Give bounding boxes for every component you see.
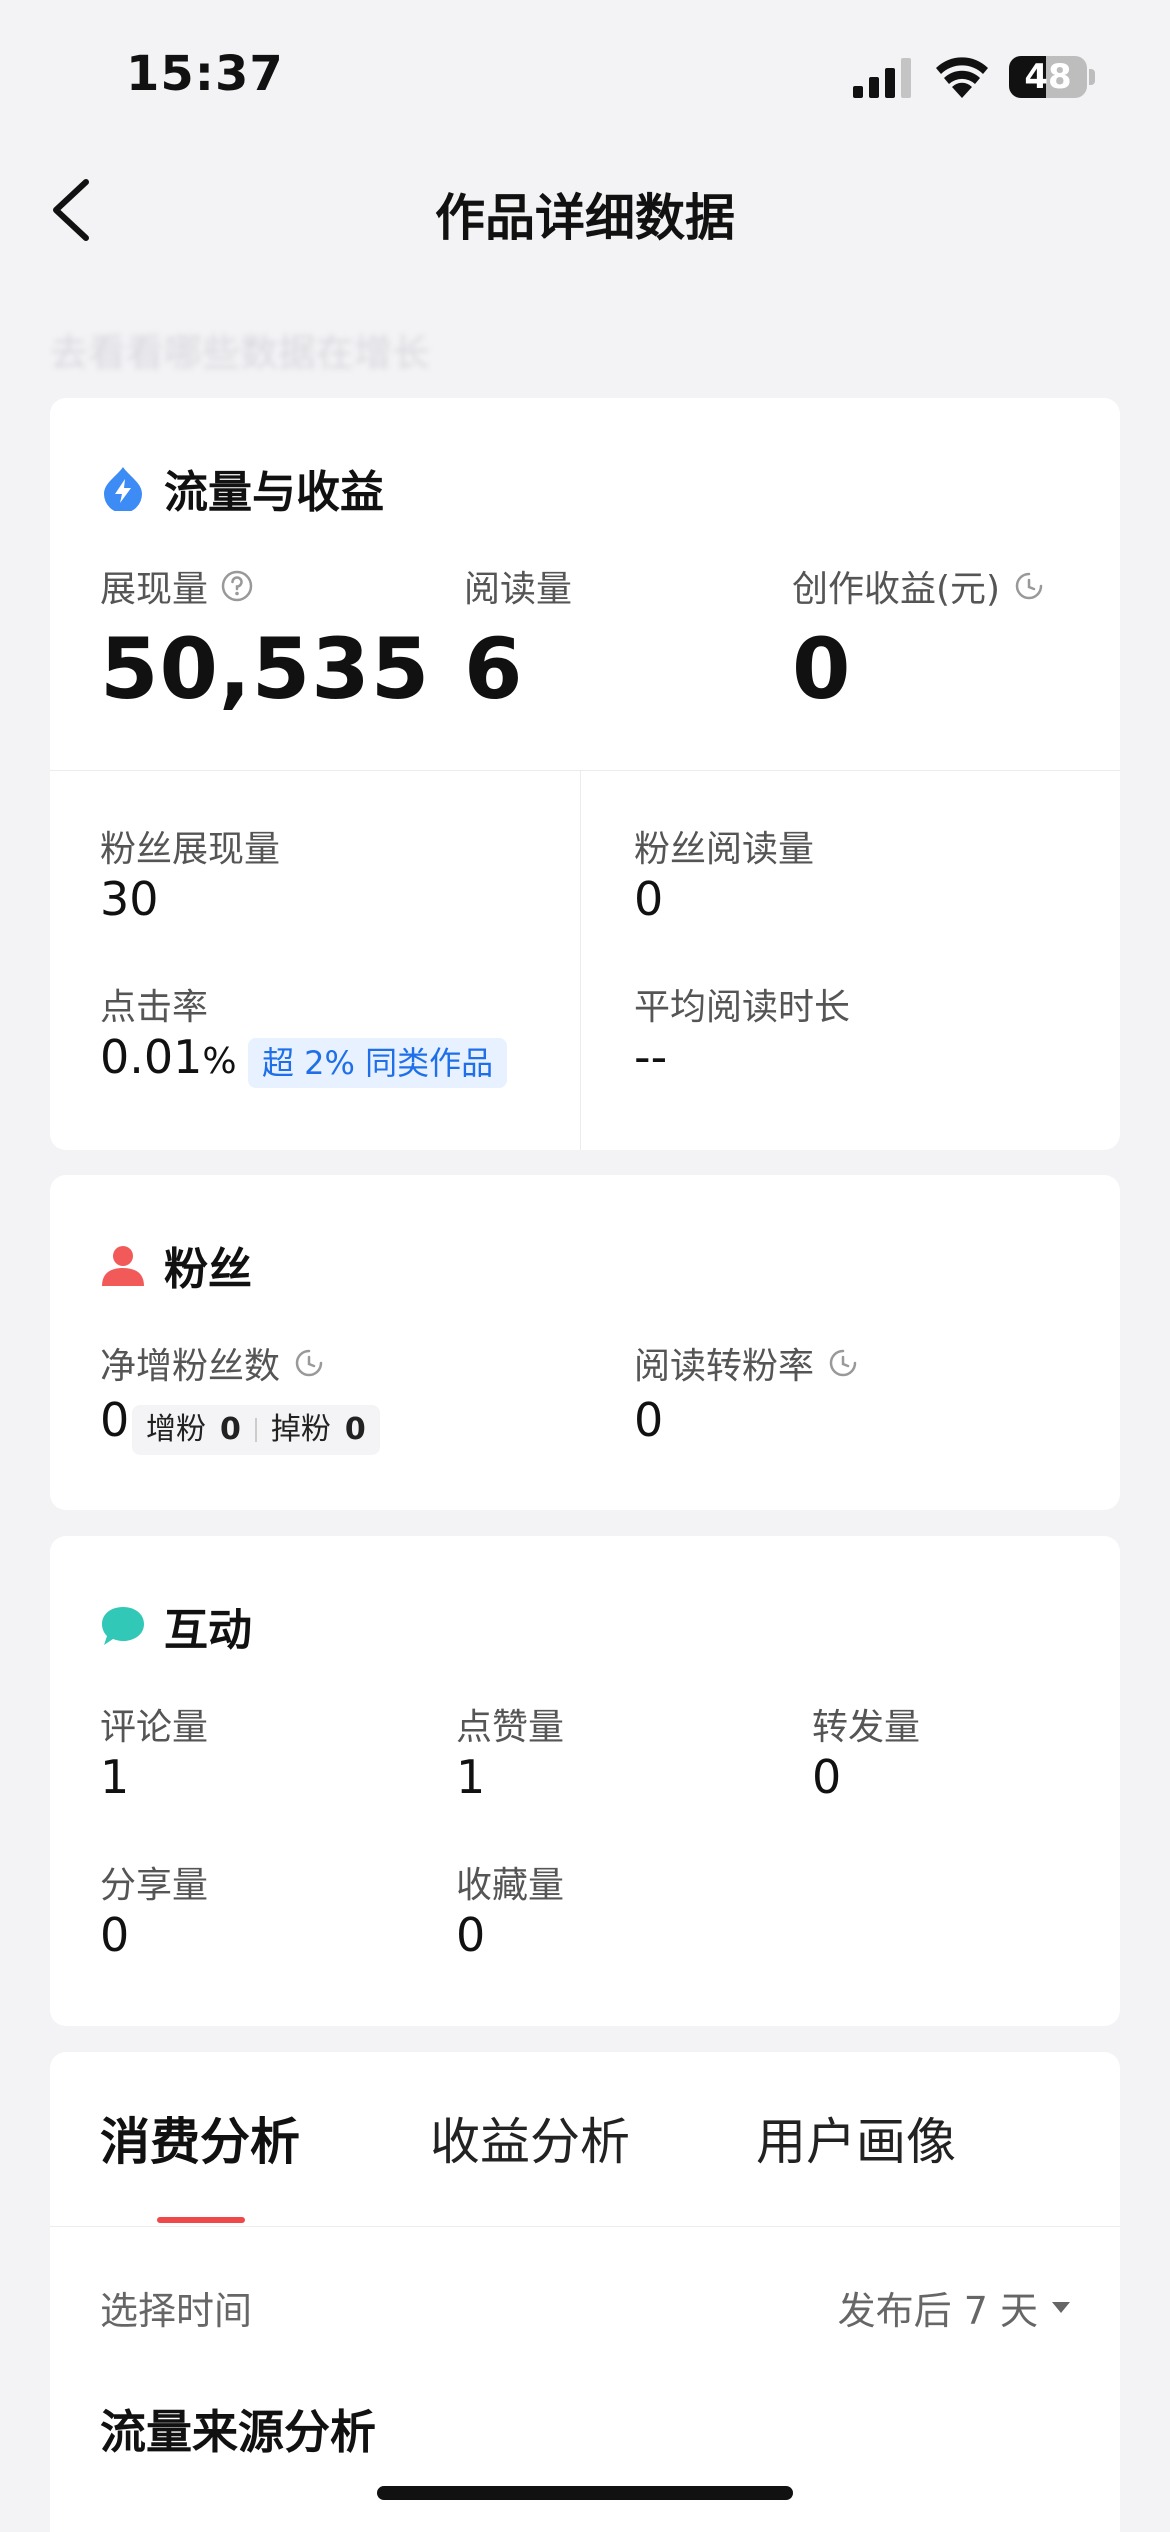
traffic-title-text: 流量与收益	[164, 467, 384, 518]
loss-value: 0	[344, 1412, 366, 1447]
status-bar: 15:37 48	[0, 0, 1170, 150]
tabs-divider	[50, 2226, 1120, 2227]
fan-reads-value: 0	[634, 872, 664, 926]
traffic-card: 流量与收益 展现量 50,535 阅读量 6 创作收益(元) 0 粉丝展现量 3…	[50, 398, 1120, 1150]
fan-reads-label: 粉丝阅读量	[634, 829, 815, 870]
traffic-source-heading: 流量来源分析	[100, 2405, 376, 2459]
battery-percent: 48	[1024, 57, 1072, 97]
reposts-value: 0	[812, 1750, 842, 1804]
loss-label: 掉粉	[270, 1412, 331, 1447]
time-range-dropdown[interactable]: 发布后 7 天	[838, 2280, 1070, 2335]
impressions-value: 50,535	[100, 620, 431, 718]
page-title: 作品详细数据	[435, 189, 735, 247]
fans-card: 粉丝 净增粉丝数 0 增粉 0 掉粉 0 阅读转粉率 0	[50, 1175, 1120, 1510]
time-range-value: 发布后 7 天	[837, 2289, 1038, 2333]
favorites-label: 收藏量	[456, 1865, 565, 1906]
chat-bubble-icon	[102, 1607, 144, 1645]
impressions-label-text: 展现量	[100, 569, 209, 610]
reposts-label: 转发量	[812, 1707, 921, 1748]
traffic-bolt-icon	[104, 467, 142, 511]
tab-consumption-analysis[interactable]: 消费分析	[100, 2102, 300, 2174]
home-indicator	[377, 2486, 793, 2500]
tab-earnings-analysis[interactable]: 收益分析	[430, 2102, 630, 2174]
shares-label: 分享量	[100, 1865, 209, 1906]
conversion-label-text: 阅读转粉率	[634, 1346, 815, 1387]
status-time: 15:37	[126, 46, 284, 102]
net-gain-label-text: 净增粉丝数	[100, 1346, 281, 1387]
shares-value: 0	[100, 1908, 130, 1962]
avg-read-time-label: 平均阅读时长	[634, 987, 851, 1028]
impressions-label: 展现量	[100, 560, 254, 612]
user-icon	[102, 1246, 144, 1286]
tab-user-profile[interactable]: 用户画像	[756, 2102, 956, 2174]
net-gain-label: 净增粉丝数	[100, 1337, 326, 1389]
favorites-value: 0	[456, 1908, 486, 1962]
clock-icon[interactable]	[1012, 569, 1046, 603]
wifi-icon	[936, 57, 988, 98]
battery-body: 48	[1009, 56, 1087, 98]
fan-change-badge: 增粉 0 掉粉 0	[132, 1405, 380, 1455]
faded-subtitle: 去看看哪些数据在增长	[50, 331, 431, 375]
battery-icon: 48	[1009, 56, 1095, 98]
badge-separator	[254, 1418, 257, 1442]
gain-label: 增粉	[146, 1412, 206, 1447]
earnings-label: 创作收益(元)	[792, 560, 1046, 612]
likes-label: 点赞量	[456, 1707, 565, 1748]
interaction-card: 互动 评论量 1 点赞量 1 转发量 0 分享量 0 收藏量 0	[50, 1536, 1120, 2026]
traffic-divider	[50, 770, 1120, 771]
nav-bar: 作品详细数据	[0, 150, 1170, 270]
battery-cap	[1089, 69, 1095, 85]
active-tab-indicator	[157, 2217, 245, 2223]
caret-down-icon	[1052, 2302, 1070, 2313]
reads-label: 阅读量	[464, 569, 573, 610]
interaction-card-title: 互动	[100, 1594, 252, 1658]
ctr-rank-badge: 超 2% 同类作品	[248, 1038, 508, 1088]
conversion-value: 0	[634, 1393, 664, 1447]
app-screen: 15:37 48 作品详细数据 去看看哪些数据在增长 流量与收益 展现量 50,…	[0, 0, 1170, 2532]
earnings-value: 0	[792, 620, 852, 718]
ctr-value: 0.01%	[100, 1030, 237, 1084]
traffic-card-title: 流量与收益	[100, 456, 384, 520]
earnings-label-text: 创作收益(元)	[792, 569, 1001, 610]
net-gain-value: 0	[100, 1393, 130, 1447]
cellular-signal-icon	[853, 58, 911, 98]
ctr-label: 点击率	[100, 987, 209, 1028]
ctr-number: 0.01	[100, 1030, 203, 1084]
comments-label: 评论量	[100, 1707, 209, 1748]
fans-card-title: 粉丝	[100, 1233, 252, 1297]
avg-read-time-value: --	[634, 1030, 668, 1084]
conversion-label: 阅读转粉率	[634, 1337, 860, 1389]
fans-title-text: 粉丝	[164, 1244, 252, 1295]
ctr-unit: %	[202, 1041, 237, 1082]
clock-icon[interactable]	[292, 1346, 326, 1380]
comments-value: 1	[100, 1750, 130, 1804]
likes-value: 1	[456, 1750, 486, 1804]
analysis-card: 消费分析 收益分析 用户画像 选择时间 发布后 7 天 流量来源分析	[50, 2052, 1120, 2532]
help-icon[interactable]	[220, 569, 254, 603]
fan-impressions-label: 粉丝展现量	[100, 829, 281, 870]
clock-icon[interactable]	[826, 1346, 860, 1380]
traffic-column-divider	[580, 770, 581, 1150]
gain-value: 0	[220, 1412, 241, 1447]
select-time-label: 选择时间	[100, 2289, 253, 2333]
interaction-title-text: 互动	[164, 1605, 252, 1656]
reads-value: 6	[464, 620, 524, 718]
fan-impressions-value: 30	[100, 872, 159, 926]
